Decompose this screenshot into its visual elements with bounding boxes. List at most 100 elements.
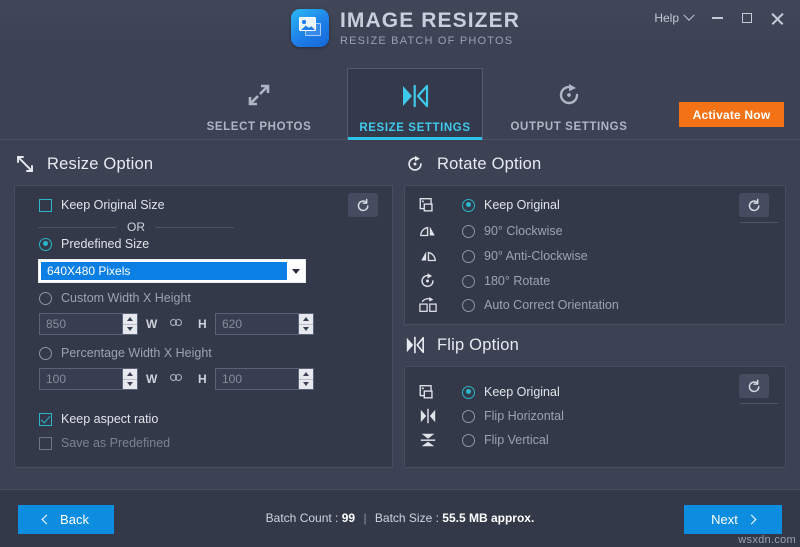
next-button[interactable]: Next bbox=[684, 505, 782, 534]
predefined-size-row[interactable]: Predefined Size bbox=[39, 237, 149, 251]
reset-icon bbox=[357, 198, 369, 211]
rotate-reset-button[interactable] bbox=[739, 193, 769, 217]
flip-reset-button[interactable] bbox=[739, 374, 769, 398]
resize-option-heading: Resize Option bbox=[14, 153, 153, 175]
tab-select-photos[interactable]: SELECT PHOTOS bbox=[191, 68, 327, 140]
rotate-180-radio[interactable] bbox=[462, 274, 475, 288]
stepper-up-icon[interactable] bbox=[299, 314, 313, 325]
dropdown-selected-value: 640X480 Pixels bbox=[41, 262, 287, 280]
app-brand: IMAGE RESIZER RESIZE BATCH OF PHOTOS bbox=[291, 9, 520, 47]
chevron-down-icon[interactable] bbox=[287, 260, 305, 282]
image-original-icon bbox=[418, 383, 462, 401]
custom-width-input[interactable]: 850 bbox=[39, 313, 138, 335]
minimize-button[interactable] bbox=[702, 6, 732, 30]
rotate-cw-icon bbox=[556, 82, 582, 108]
percent-width-stepper[interactable] bbox=[122, 369, 137, 389]
option-label: Keep Original bbox=[484, 385, 560, 399]
stepper-down-icon[interactable] bbox=[299, 380, 313, 390]
or-divider: OR bbox=[38, 220, 234, 234]
close-button[interactable] bbox=[762, 6, 792, 30]
activate-now-button[interactable]: Activate Now bbox=[679, 102, 784, 127]
image-original-icon bbox=[418, 196, 462, 214]
option-label: 90° Anti-Clockwise bbox=[484, 249, 588, 263]
stepper-up-icon[interactable] bbox=[299, 369, 313, 380]
custom-width-height-radio[interactable] bbox=[39, 291, 52, 305]
percent-height-stepper[interactable] bbox=[298, 369, 313, 389]
save-as-predefined-row[interactable]: Save as Predefined bbox=[39, 436, 170, 450]
chevron-down-icon bbox=[683, 9, 695, 21]
rotate-90-cw-icon bbox=[418, 222, 462, 240]
tab-bar: SELECT PHOTOS RESIZE SETTINGS OUTPUT SET… bbox=[0, 60, 800, 140]
save-as-predefined-checkbox[interactable] bbox=[39, 436, 52, 450]
custom-width-unit-label: W bbox=[146, 317, 158, 331]
custom-height-stepper[interactable] bbox=[298, 314, 313, 334]
rotate-90-ccw-radio[interactable] bbox=[462, 249, 475, 263]
divider-line-right bbox=[155, 226, 234, 228]
stepper-down-icon[interactable] bbox=[123, 380, 137, 390]
rotate-option-90-clockwise[interactable]: 90° Clockwise bbox=[418, 222, 563, 240]
percent-height-input[interactable]: 100 bbox=[215, 368, 314, 390]
predefined-size-radio[interactable] bbox=[39, 237, 52, 251]
batch-info: Batch Count : 99 | Batch Size : 55.5 MB … bbox=[0, 511, 800, 525]
option-label: Flip Vertical bbox=[484, 433, 549, 447]
flip-vertical-radio[interactable] bbox=[462, 433, 475, 447]
flip-keep-original-radio[interactable] bbox=[462, 385, 475, 399]
flip-reset-underline bbox=[740, 403, 778, 404]
footer-bar: Back Batch Count : 99 | Batch Size : 55.… bbox=[0, 489, 800, 547]
rotate-90-cw-radio[interactable] bbox=[462, 224, 475, 238]
reset-icon bbox=[748, 198, 760, 211]
stepper-down-icon[interactable] bbox=[123, 325, 137, 335]
auto-orient-icon bbox=[418, 296, 462, 314]
keep-aspect-ratio-checkbox[interactable] bbox=[39, 412, 52, 426]
percentage-width-height-label: Percentage Width X Height bbox=[61, 346, 212, 360]
stepper-down-icon[interactable] bbox=[299, 325, 313, 335]
tab-label: RESIZE SETTINGS bbox=[359, 122, 471, 134]
keep-original-size-checkbox[interactable] bbox=[39, 198, 52, 212]
keep-original-size-label: Keep Original Size bbox=[61, 198, 165, 212]
help-menu-button[interactable]: Help bbox=[645, 7, 702, 29]
custom-width-stepper[interactable] bbox=[122, 314, 137, 334]
percentage-width-height-radio[interactable] bbox=[39, 346, 52, 360]
watermark-text: wsxdn.com bbox=[738, 534, 796, 546]
diagonal-resize-icon bbox=[14, 153, 36, 175]
section-title: Resize Option bbox=[47, 154, 154, 173]
rotate-reset-underline bbox=[740, 222, 778, 223]
batch-count-value: 99 bbox=[341, 511, 356, 525]
close-icon bbox=[771, 12, 784, 25]
percentage-width-height-row[interactable]: Percentage Width X Height bbox=[39, 346, 212, 360]
rotate-option-180[interactable]: 180° Rotate bbox=[418, 272, 550, 290]
batch-size-value: 55.5 MB approx. bbox=[442, 511, 535, 525]
stepper-up-icon[interactable] bbox=[123, 314, 137, 325]
custom-width-height-row[interactable]: Custom Width X Height bbox=[39, 291, 191, 305]
flip-option-horizontal[interactable]: Flip Horizontal bbox=[418, 407, 564, 425]
save-as-predefined-label: Save as Predefined bbox=[61, 436, 171, 450]
rotate-option-keep-original[interactable]: Keep Original bbox=[418, 196, 560, 214]
rotate-option-heading: Rotate Option bbox=[404, 153, 541, 175]
chevron-right-icon bbox=[746, 514, 757, 525]
rotate-option-auto-correct[interactable]: Auto Correct Orientation bbox=[418, 296, 619, 314]
flip-option-vertical[interactable]: Flip Vertical bbox=[418, 431, 549, 449]
keep-original-radio[interactable] bbox=[462, 198, 475, 212]
link-chain-icon bbox=[170, 374, 182, 381]
custom-height-input[interactable]: 620 bbox=[215, 313, 314, 335]
keep-original-size-row[interactable]: Keep Original Size bbox=[39, 198, 165, 212]
flip-v-icon bbox=[418, 431, 462, 449]
resize-reset-button[interactable] bbox=[348, 193, 378, 217]
option-label: Auto Correct Orientation bbox=[484, 298, 619, 312]
percent-width-input[interactable]: 100 bbox=[39, 368, 138, 390]
flip-horizontal-radio[interactable] bbox=[462, 409, 475, 423]
predefined-size-dropdown[interactable]: 640X480 Pixels bbox=[38, 259, 306, 283]
tab-output-settings[interactable]: OUTPUT SETTINGS bbox=[501, 68, 637, 140]
next-label: Next bbox=[711, 512, 738, 527]
stepper-up-icon[interactable] bbox=[123, 369, 137, 380]
tab-resize-settings[interactable]: RESIZE SETTINGS bbox=[347, 68, 483, 140]
flip-option-keep-original[interactable]: Keep Original bbox=[418, 383, 560, 401]
keep-aspect-ratio-label: Keep aspect ratio bbox=[61, 412, 159, 426]
keep-aspect-ratio-row[interactable]: Keep aspect ratio bbox=[39, 412, 158, 426]
maximize-button[interactable] bbox=[732, 6, 762, 30]
reset-icon bbox=[748, 379, 760, 392]
rotate-90-ccw-icon bbox=[418, 247, 462, 265]
rotate-option-90-anti-clockwise[interactable]: 90° Anti-Clockwise bbox=[418, 247, 588, 265]
auto-correct-radio[interactable] bbox=[462, 298, 475, 312]
batch-size-label: Batch Size : bbox=[374, 511, 439, 525]
